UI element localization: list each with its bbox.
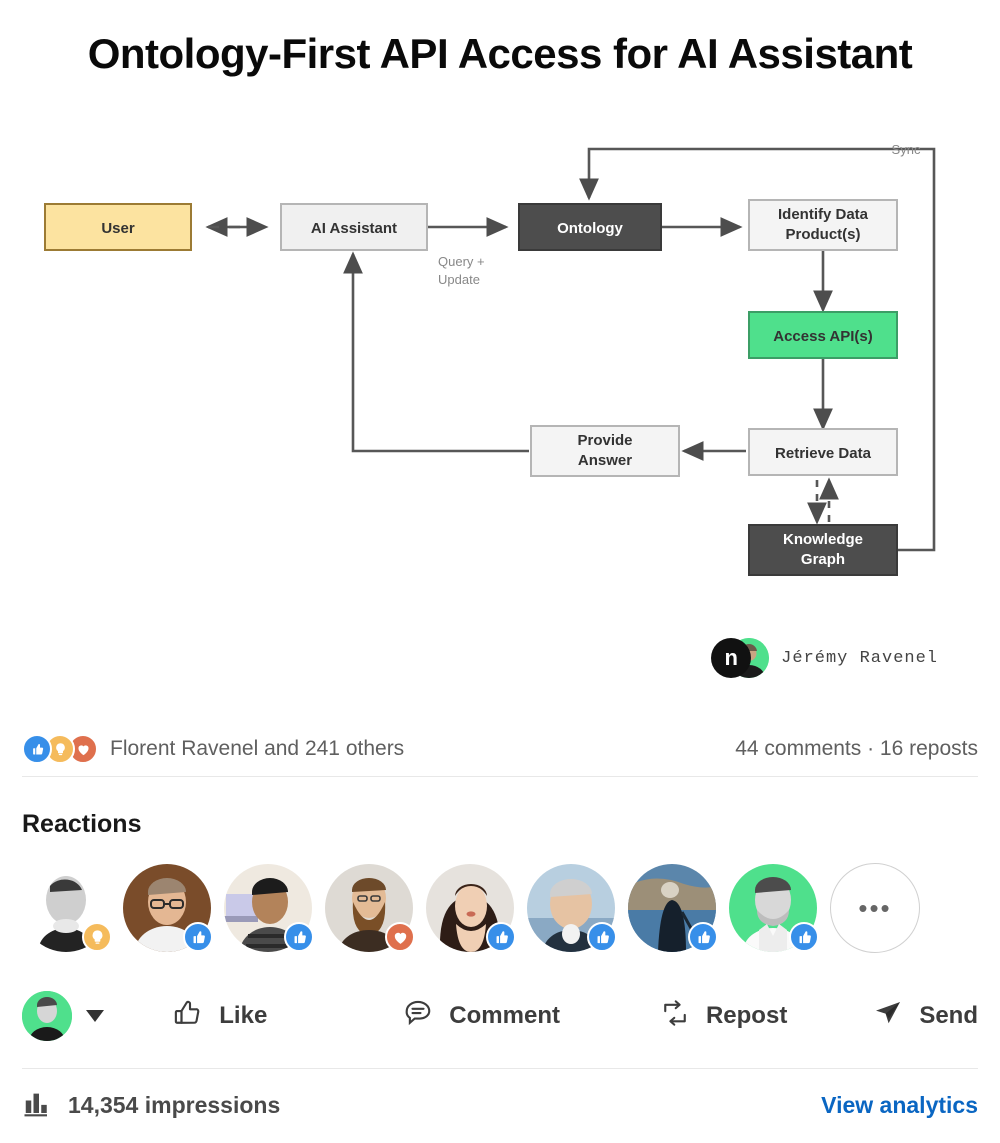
chevron-down-icon[interactable] <box>86 1010 104 1022</box>
diagram-node-ontology-label: Ontology <box>557 220 623 237</box>
like-icon <box>183 922 213 952</box>
diagram-figure: User AI Assistant Ontology Identify Data… <box>0 120 1000 680</box>
diagram-node-user: User <box>44 203 192 251</box>
analytics-bar: 14,354 impressions View analytics <box>22 1082 978 1128</box>
avatar <box>22 991 72 1041</box>
like-icon <box>688 922 718 952</box>
bar-chart-icon <box>22 1088 52 1123</box>
reactions-heading: Reactions <box>22 810 142 838</box>
like-icon <box>22 734 52 764</box>
insightful-icon <box>82 922 112 952</box>
list-item[interactable] <box>729 864 819 952</box>
paper-plane-icon <box>873 998 903 1035</box>
repost-icon <box>660 998 690 1035</box>
like-icon <box>284 922 314 952</box>
diagram-edge-label-query-line1: Query + <box>438 254 485 269</box>
diagram-node-identify-line2: Product(s) <box>786 226 861 243</box>
reactions-avatar-list: ••• <box>22 863 978 953</box>
diagram-edge-label-query-line2: Update <box>438 272 480 287</box>
divider-bottom <box>22 1068 978 1069</box>
repost-button[interactable]: Repost <box>660 998 787 1035</box>
divider-top <box>22 776 978 777</box>
list-item[interactable] <box>426 864 516 952</box>
diagram-node-knowledge-graph: Knowledge Graph <box>748 524 898 576</box>
speech-bubble-icon <box>403 998 433 1035</box>
reaction-summary-text: Florent Ravenel and 241 others <box>110 737 405 760</box>
diagram-node-ontology: Ontology <box>518 203 662 251</box>
diagram-node-provide-line1: Provide <box>577 432 632 449</box>
like-button[interactable]: Like <box>173 998 267 1035</box>
impressions-summary[interactable]: 14,354 impressions <box>22 1088 280 1123</box>
list-item[interactable] <box>527 864 617 952</box>
reaction-summary[interactable]: Florent Ravenel and 241 others <box>22 734 404 764</box>
author-name: Jérémy Ravenel <box>781 648 938 668</box>
diagram-node-kgraph-line1: Knowledge <box>783 531 863 548</box>
like-icon <box>587 922 617 952</box>
actor-picker[interactable] <box>22 991 151 1041</box>
like-button-label: Like <box>219 1002 268 1029</box>
diagram-edge-label-sync: Sync <box>892 142 921 157</box>
impressions-count: 14,354 impressions <box>68 1091 281 1118</box>
send-button[interactable]: Send <box>873 998 978 1035</box>
view-analytics-link[interactable]: View analytics <box>821 1092 978 1119</box>
diagram-node-access-label: Access API(s) <box>773 328 873 345</box>
like-icon <box>789 922 819 952</box>
list-item[interactable] <box>325 864 415 952</box>
repost-button-label: Repost <box>705 1002 788 1029</box>
like-icon <box>486 922 516 952</box>
diagram-node-kgraph-line2: Graph <box>801 551 845 568</box>
diagram-node-retrieve-label: Retrieve Data <box>775 445 872 462</box>
action-bar: Like Comment Repost Send <box>22 978 978 1054</box>
diagram-node-identify-line1: Identify Data <box>778 206 869 223</box>
diagram-node-retrieve: Retrieve Data <box>748 428 898 476</box>
comments-and-reposts-count[interactable]: 44 comments · 16 reposts <box>735 737 978 761</box>
diagram-node-user-label: User <box>101 220 135 237</box>
list-item[interactable] <box>628 864 718 952</box>
comment-button-label: Comment <box>449 1002 560 1029</box>
author-avatar-group: n <box>711 638 770 678</box>
diagram-node-assistant: AI Assistant <box>280 203 428 251</box>
thumbs-up-icon <box>173 998 203 1035</box>
more-reactions-button[interactable]: ••• <box>830 863 920 953</box>
list-item[interactable] <box>123 864 213 952</box>
author-credit: n Jérémy Ravenel <box>711 638 938 678</box>
diagram-node-assistant-label: AI Assistant <box>311 220 397 237</box>
love-icon <box>385 922 415 952</box>
comment-button[interactable]: Comment <box>403 998 560 1035</box>
list-item[interactable] <box>22 864 112 952</box>
page-title: Ontology-First API Access for AI Assista… <box>87 30 913 77</box>
diagram-node-provide: Provide Answer <box>530 425 680 477</box>
social-counts-row: Florent Ravenel and 241 others 44 commen… <box>22 726 978 772</box>
diagram-node-identify: Identify Data Product(s) <box>748 199 898 251</box>
diagram-node-provide-line2: Answer <box>578 452 632 469</box>
list-item[interactable] <box>224 864 314 952</box>
send-button-label: Send <box>919 1002 978 1029</box>
naas-logo-icon: n <box>711 638 752 678</box>
diagram-node-access: Access API(s) <box>748 311 898 359</box>
